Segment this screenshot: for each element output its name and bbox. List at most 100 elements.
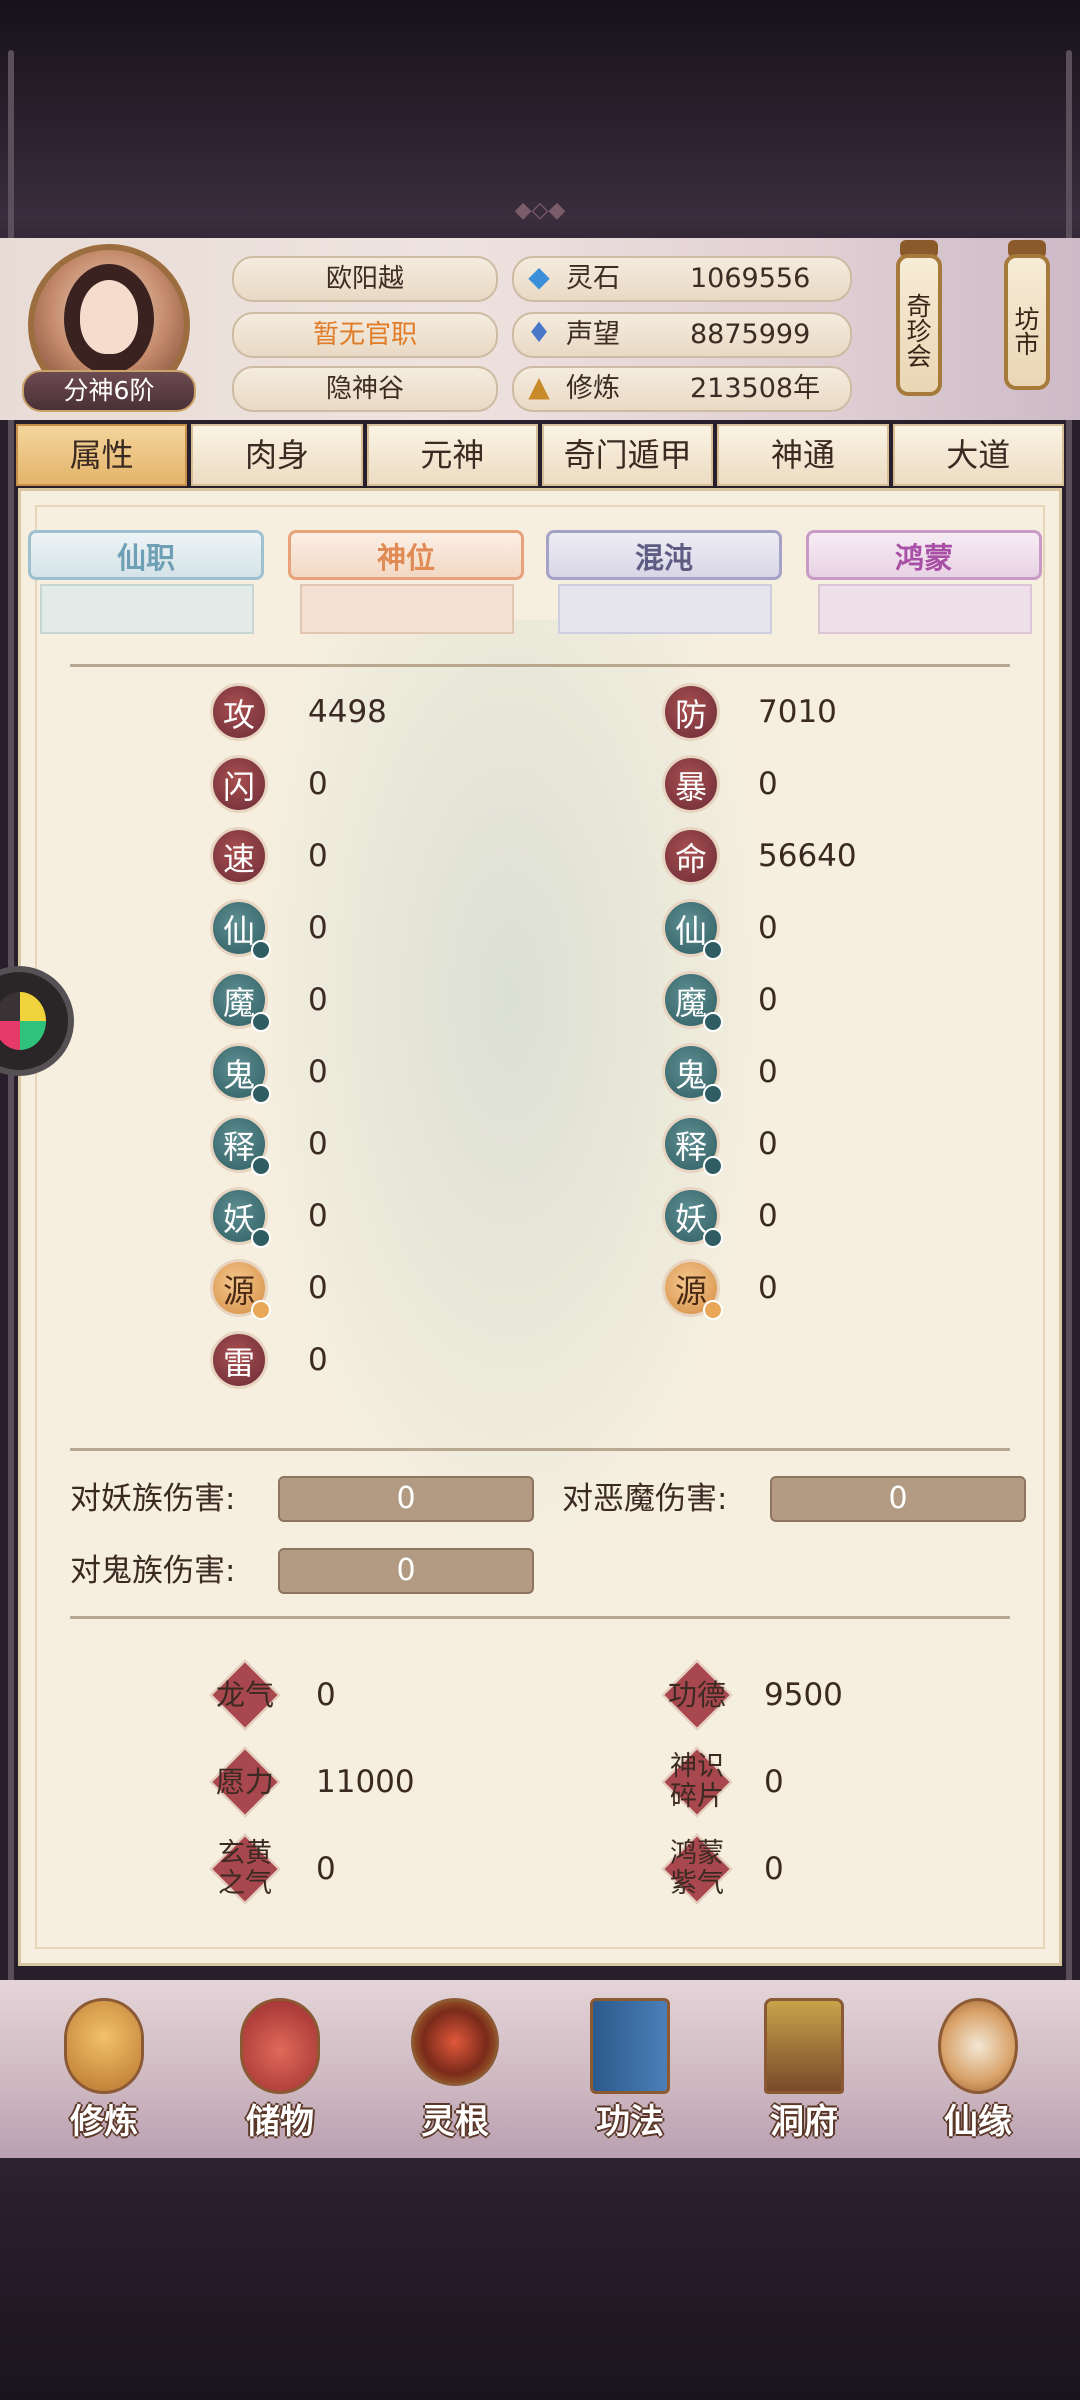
crit-value: 0: [758, 766, 778, 802]
spirit-root-icon: [411, 1998, 499, 2086]
monster-atk-icon: 妖: [210, 1187, 271, 1248]
nav-storage[interactable]: 储物: [210, 1988, 350, 2148]
origin-def-icon: 源: [662, 1259, 723, 1320]
subtab-chaos[interactable]: 混沌: [546, 530, 782, 580]
nav-label: 修炼: [70, 2102, 138, 2142]
resource-cultivation: ▲ 修炼 213508年: [512, 366, 852, 412]
monk-icon: [64, 1998, 144, 2094]
resource-spirit-stone: ◆ 灵石 1069556: [512, 256, 852, 302]
tab-dao[interactable]: 大道: [892, 424, 1064, 486]
immortal-atk-icon: 仙: [210, 899, 271, 960]
market-button[interactable]: 坊市: [1004, 254, 1050, 390]
monster-atk-value: 0: [308, 1198, 328, 1234]
stat-glyph: 源: [222, 1272, 255, 1310]
stat-glyph: 源: [674, 1272, 707, 1310]
attack-icon: 攻: [210, 683, 268, 741]
pouch-icon: [240, 1998, 320, 2094]
ghost-def-icon: 鬼: [662, 1043, 723, 1104]
thunder-icon: 雷: [210, 1331, 268, 1389]
subtab-slot: [558, 584, 772, 634]
resource-value: 213508年: [690, 373, 821, 404]
attack-marker-icon: [251, 1156, 271, 1176]
demon-atk-value: 0: [308, 982, 328, 1018]
thunder-value: 0: [308, 1342, 328, 1378]
wish-power-label: 愿力: [215, 1765, 274, 1799]
attack-marker-icon: [251, 1012, 271, 1032]
evil-demon-damage-value: 0: [770, 1476, 1026, 1522]
ghost-atk-icon: 鬼: [210, 1043, 271, 1104]
ghost-race-damage-label: 对鬼族伤害:: [70, 1553, 236, 1589]
xuanhuang-qi-label: 玄黄之气: [218, 1838, 272, 1899]
attack-marker-icon: [251, 1084, 271, 1104]
gourd-icon: [938, 1998, 1018, 2094]
pavilion-icon: [764, 1998, 844, 2094]
hongmeng-purple-qi-value: 0: [764, 1851, 784, 1887]
crit-icon: 暴: [662, 755, 720, 813]
stat-glyph: 魔: [222, 984, 255, 1022]
defense-marker-icon: [703, 940, 723, 960]
defense-value: 7010: [758, 694, 837, 730]
attack-marker-icon: [251, 940, 271, 960]
dragon-qi-value: 0: [316, 1677, 336, 1713]
cultivation-icon: ▲: [528, 370, 550, 403]
immortal-def-value: 0: [758, 910, 778, 946]
health-icon: 命: [662, 827, 720, 885]
nav-label: 仙缘: [944, 2102, 1012, 2142]
xuanhuang-qi-value: 0: [316, 1851, 336, 1887]
dragon-qi-label: 龙气: [215, 1678, 274, 1712]
assistant-logo-icon: [0, 992, 46, 1050]
subtab-divine-rank[interactable]: 神位: [288, 530, 524, 580]
defense-icon: 防: [662, 683, 720, 741]
nav-techniques[interactable]: 功法: [560, 1988, 700, 2148]
monster-def-value: 0: [758, 1198, 778, 1234]
health-value: 56640: [758, 838, 857, 874]
nav-label: 洞府: [770, 2102, 838, 2142]
origin-atk-value: 0: [308, 1270, 328, 1306]
stat-glyph: 仙: [674, 912, 707, 950]
tab-soul[interactable]: 元神: [366, 424, 538, 486]
tab-qimen[interactable]: 奇门遁甲: [541, 424, 714, 486]
demon-def-icon: 魔: [662, 971, 723, 1032]
dragon-qi-icon: 龙气: [209, 1659, 281, 1731]
divine-sense-shard-label: 神识碎片: [670, 1751, 724, 1812]
xuanhuang-qi-icon: 玄黄之气: [209, 1833, 281, 1905]
immortal-atk-value: 0: [308, 910, 328, 946]
nav-cave[interactable]: 洞府: [734, 1988, 874, 2148]
origin-def-value: 0: [758, 1270, 778, 1306]
wish-power-icon: 愿力: [209, 1746, 281, 1818]
buddha-atk-icon: 释: [210, 1115, 271, 1176]
resource-label: 声望: [566, 319, 620, 350]
book-icon: [590, 1998, 670, 2094]
nav-label: 储物: [246, 2102, 314, 2142]
divine-sense-shard-value: 0: [764, 1764, 784, 1800]
subtab-slot: [300, 584, 514, 634]
stat-glyph: 鬼: [674, 1056, 707, 1094]
tab-attributes[interactable]: 属性: [16, 424, 188, 486]
origin-atk-icon: 源: [210, 1259, 271, 1320]
demon-race-damage-label: 对妖族伤害:: [70, 1481, 236, 1517]
stat-glyph: 仙: [222, 912, 255, 950]
merit-label: 功德: [667, 1678, 726, 1712]
nav-cultivate[interactable]: 修炼: [34, 1988, 174, 2148]
buddha-def-icon: 释: [662, 1115, 723, 1176]
resource-label: 修炼: [566, 373, 620, 404]
defense-marker-icon: [703, 1228, 723, 1248]
nav-spirit-root[interactable]: 灵根: [385, 1988, 525, 2148]
nav-destiny[interactable]: 仙缘: [908, 1988, 1048, 2148]
demon-race-damage-value: 0: [278, 1476, 534, 1522]
ghost-atk-value: 0: [308, 1054, 328, 1090]
tab-body[interactable]: 肉身: [191, 424, 363, 486]
attack-value: 4498: [308, 694, 387, 730]
tab-abilities[interactable]: 神通: [717, 424, 889, 486]
attack-marker-icon: [251, 1300, 271, 1320]
subtab-immortal-post[interactable]: 仙职: [28, 530, 264, 580]
stat-glyph: 鬼: [222, 1056, 255, 1094]
subtab-hongmeng[interactable]: 鸿蒙: [806, 530, 1042, 580]
nav-label: 功法: [596, 2102, 664, 2142]
attack-marker-icon: [251, 1228, 271, 1248]
top-ornament: ◆◇◆: [514, 198, 566, 223]
divider: [70, 1616, 1010, 1619]
treasure-fair-button[interactable]: 奇珍会: [896, 254, 942, 396]
resource-value: 8875999: [690, 319, 811, 350]
spirit-stone-icon: ◆: [528, 260, 550, 293]
